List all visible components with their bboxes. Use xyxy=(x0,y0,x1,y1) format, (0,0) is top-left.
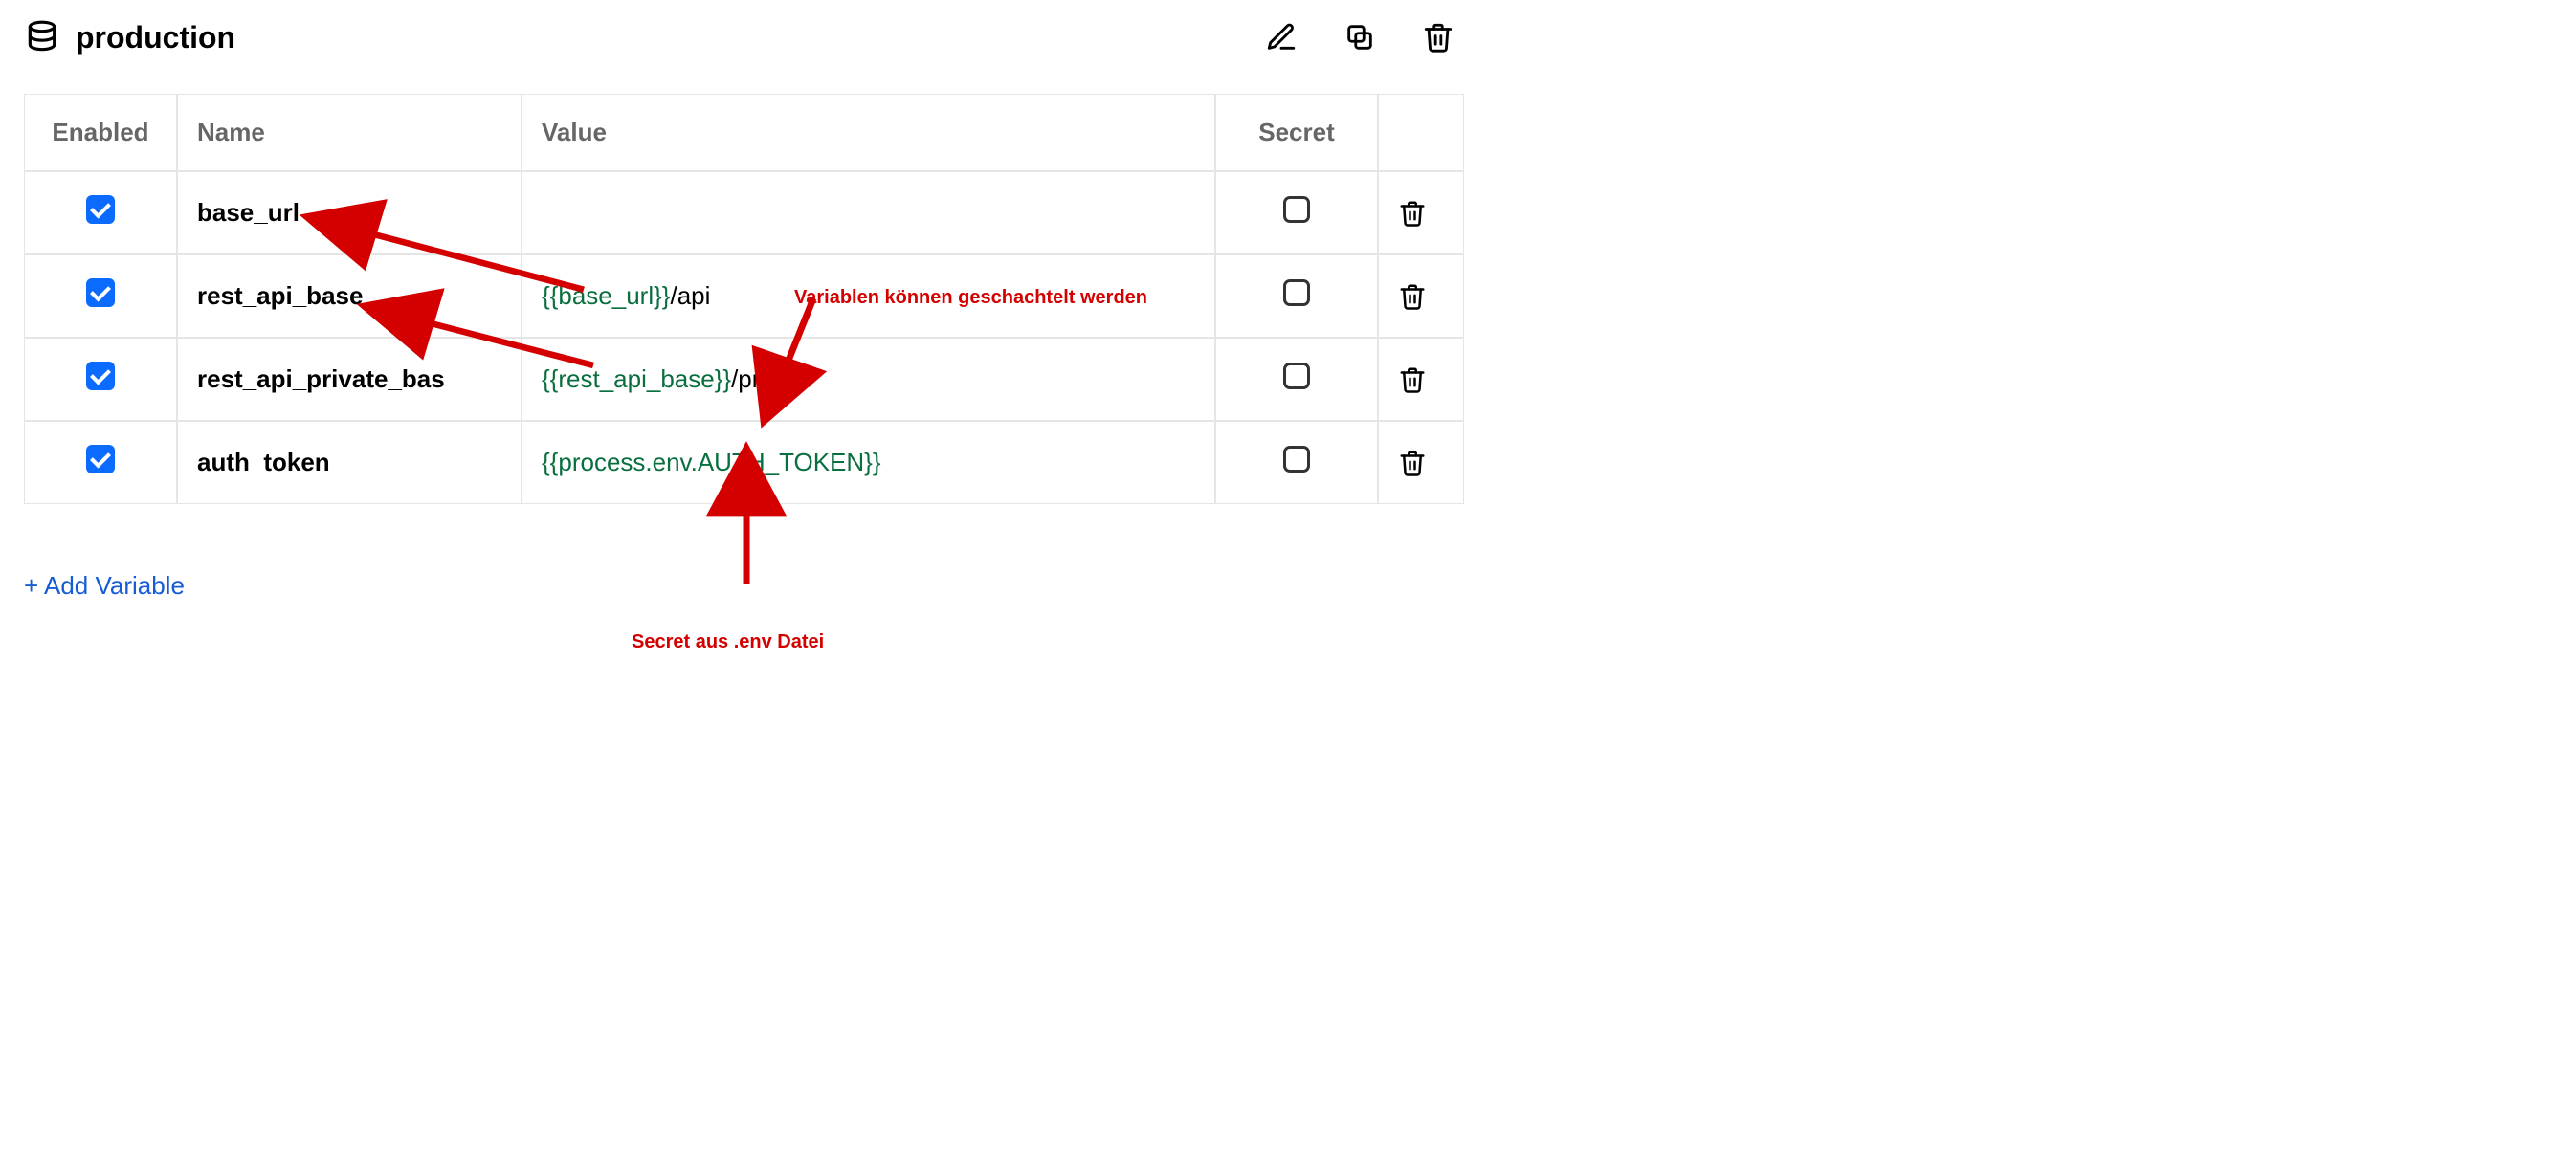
col-header-secret: Secret xyxy=(1215,94,1378,171)
trash-icon xyxy=(1398,199,1427,228)
delete-cell xyxy=(1378,171,1464,254)
template-token: {{base_url}} xyxy=(542,281,670,310)
annotation-secret-env: Secret aus .env Datei xyxy=(632,631,824,653)
header-row: production xyxy=(24,19,1464,94)
col-header-enabled: Enabled xyxy=(24,94,177,171)
trash-icon xyxy=(1398,282,1427,311)
environment-editor: production xyxy=(0,0,1474,677)
table-row: rest_api_private_bas{{rest_api_base}}/pr… xyxy=(24,338,1464,421)
value-cell[interactable]: {{process.env.AUTH_TOKEN}} xyxy=(522,421,1215,504)
variables-table: Enabled Name Value Secret base_urlrest_a… xyxy=(24,94,1464,504)
value-text: /private xyxy=(731,364,812,393)
delete-row-button[interactable] xyxy=(1398,282,1427,311)
checkbox-unchecked-icon[interactable] xyxy=(1283,363,1310,389)
delete-cell xyxy=(1378,254,1464,338)
trash-icon xyxy=(1398,449,1427,477)
delete-row-button[interactable] xyxy=(1398,365,1427,394)
delete-environment-button[interactable] xyxy=(1422,21,1455,54)
col-header-name: Name xyxy=(177,94,522,171)
table-header-row: Enabled Name Value Secret xyxy=(24,94,1464,171)
table-row: base_url xyxy=(24,171,1464,254)
checkbox-checked-icon[interactable] xyxy=(86,362,115,390)
table-row: auth_token {{process.env.AUTH_TOKEN}} xyxy=(24,421,1464,504)
enabled-cell[interactable] xyxy=(24,171,177,254)
enabled-cell[interactable] xyxy=(24,254,177,338)
col-header-value: Value xyxy=(522,94,1215,171)
delete-cell xyxy=(1378,338,1464,421)
secret-cell[interactable] xyxy=(1215,338,1378,421)
checkbox-unchecked-icon[interactable] xyxy=(1283,196,1310,223)
edit-button[interactable] xyxy=(1265,21,1298,54)
secret-cell[interactable] xyxy=(1215,171,1378,254)
copy-icon xyxy=(1344,21,1376,54)
template-token: {{rest_api_base}} xyxy=(542,364,731,393)
col-header-delete xyxy=(1378,94,1464,171)
checkbox-unchecked-icon[interactable] xyxy=(1283,279,1310,306)
name-cell[interactable]: rest_api_base xyxy=(177,254,522,338)
enabled-cell[interactable] xyxy=(24,421,177,504)
template-token: {{process.env.AUTH_TOKEN}} xyxy=(542,448,881,476)
header-left: production xyxy=(24,19,235,55)
trash-icon xyxy=(1398,365,1427,394)
environment-title: production xyxy=(76,20,235,55)
trash-icon xyxy=(1422,21,1455,54)
delete-row-button[interactable] xyxy=(1398,199,1427,228)
checkbox-unchecked-icon[interactable] xyxy=(1283,446,1310,473)
checkbox-checked-icon[interactable] xyxy=(86,278,115,307)
value-text: /api xyxy=(670,281,710,310)
name-cell[interactable]: auth_token xyxy=(177,421,522,504)
checkbox-checked-icon[interactable] xyxy=(86,445,115,473)
add-variable-button[interactable]: + Add Variable xyxy=(24,571,185,601)
name-cell[interactable]: base_url xyxy=(177,171,522,254)
delete-row-button[interactable] xyxy=(1398,449,1427,477)
value-cell[interactable] xyxy=(522,171,1215,254)
header-actions xyxy=(1265,21,1464,54)
delete-cell xyxy=(1378,421,1464,504)
value-cell[interactable]: {{base_url}}/api xyxy=(522,254,1215,338)
name-cell[interactable]: rest_api_private_bas xyxy=(177,338,522,421)
checkbox-checked-icon[interactable] xyxy=(86,195,115,224)
table-row: rest_api_base{{base_url}}/api xyxy=(24,254,1464,338)
database-icon xyxy=(24,19,60,55)
value-cell[interactable]: {{rest_api_base}}/private xyxy=(522,338,1215,421)
edit-icon xyxy=(1265,21,1298,54)
secret-cell[interactable] xyxy=(1215,421,1378,504)
enabled-cell[interactable] xyxy=(24,338,177,421)
copy-button[interactable] xyxy=(1344,21,1376,54)
secret-cell[interactable] xyxy=(1215,254,1378,338)
